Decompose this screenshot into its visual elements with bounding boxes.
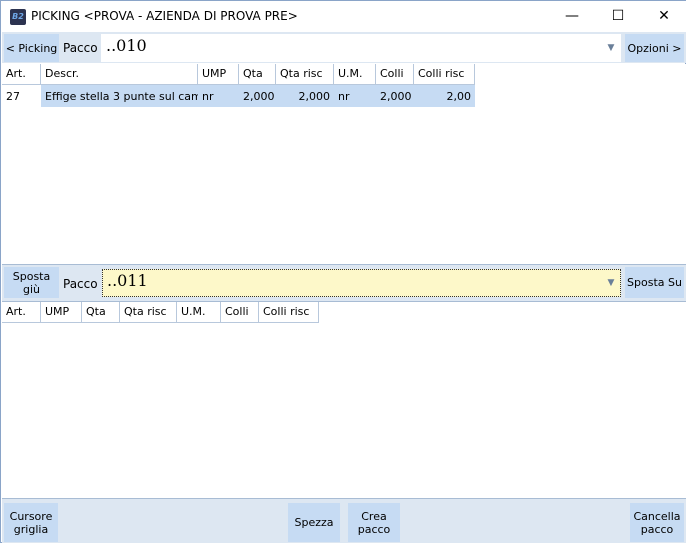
pacco-combo-top[interactable]: ..010 ▼ — [101, 34, 621, 62]
col-header[interactable]: Art. — [2, 302, 41, 322]
col-header[interactable]: Colli — [221, 302, 259, 322]
col-header[interactable]: Colli risc — [414, 64, 475, 84]
title-bar: B2 PICKING <PROVA - AZIENDA DI PROVA PRE… — [1, 1, 686, 32]
pacco-label: Pacco — [63, 41, 98, 55]
back-picking-button[interactable]: < Picking — [4, 34, 59, 62]
col-header[interactable]: Colli — [376, 64, 414, 84]
col-header[interactable]: Descr. — [41, 64, 198, 84]
col-header[interactable]: U.M. — [177, 302, 221, 322]
col-header[interactable]: UMP — [198, 64, 239, 84]
col-header[interactable]: Art. — [2, 64, 41, 84]
minimize-button[interactable]: — — [549, 1, 595, 32]
col-header[interactable]: U.M. — [334, 64, 376, 84]
col-header[interactable]: Qta — [82, 302, 120, 322]
move-down-button[interactable]: Sposta giù — [4, 267, 59, 298]
chevron-down-icon[interactable]: ▼ — [602, 270, 620, 296]
app-logo-icon: B2 — [10, 9, 26, 25]
col-header[interactable]: Qta risc — [276, 64, 334, 84]
window: B2 PICKING <PROVA - AZIENDA DI PROVA PRE… — [0, 0, 686, 543]
col-header[interactable]: Qta risc — [120, 302, 177, 322]
create-pack-button[interactable]: Crea pacco — [348, 503, 400, 542]
pacco-combo-bottom[interactable]: ..011 ▼ — [102, 269, 621, 297]
pacco-label-bottom: Pacco — [63, 277, 98, 291]
col-header[interactable]: Colli risc — [259, 302, 319, 322]
top-grid[interactable]: Art. Descr. UMP Qta Qta risc U.M. Colli … — [2, 64, 686, 264]
move-up-button[interactable]: Sposta Su — [625, 267, 684, 298]
window-title: PICKING <PROVA - AZIENDA DI PROVA PRE> — [31, 9, 298, 23]
col-header[interactable]: UMP — [41, 302, 82, 322]
chevron-down-icon[interactable]: ▼ — [602, 35, 620, 61]
maximize-button[interactable]: ☐ — [595, 1, 641, 32]
table-row[interactable]: 27 Effige stella 3 punte sul cambio nr 2… — [2, 85, 686, 107]
col-header[interactable]: Qta — [239, 64, 276, 84]
delete-pack-button[interactable]: Cancella pacco — [630, 503, 684, 542]
options-button[interactable]: Opzioni > — [625, 34, 684, 62]
bottom-grid[interactable]: Art. UMP Qta Qta risc U.M. Colli Colli r… — [2, 301, 686, 498]
grid-cursor-button[interactable]: Cursore griglia — [4, 503, 58, 542]
pacco-value: ..010 — [106, 36, 147, 55]
split-button[interactable]: Spezza — [288, 503, 340, 542]
close-button[interactable]: ✕ — [641, 1, 686, 32]
